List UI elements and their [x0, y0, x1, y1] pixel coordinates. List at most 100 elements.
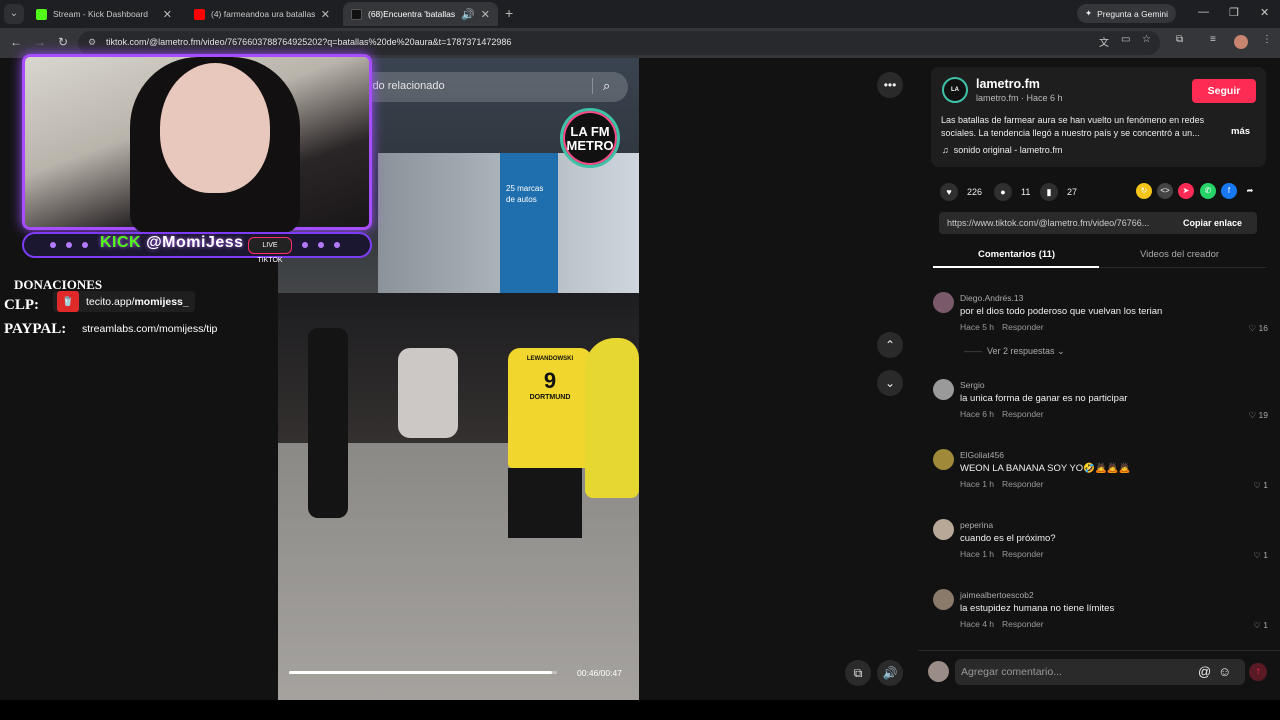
menu-dots-icon[interactable]: ⋮	[1262, 34, 1272, 45]
commenter-avatar[interactable]	[933, 589, 954, 610]
bookmark-star-icon[interactable]: ☆	[1142, 34, 1151, 45]
mention-icon[interactable]: @	[1198, 664, 1211, 679]
address-bar[interactable]: ⚙ tiktok.com/@lametro.fm/video/767660378…	[78, 31, 1160, 55]
heart-outline-icon: ♡	[1248, 410, 1257, 420]
view-replies-label: Ver 2 respuestas	[987, 346, 1055, 356]
close-tab-icon[interactable]: ✕	[163, 8, 172, 21]
reply-button[interactable]: Responder	[1002, 409, 1044, 419]
minimize-button[interactable]: —	[1198, 6, 1209, 18]
site-info-icon[interactable]: ⚙	[88, 37, 100, 49]
search-icon[interactable]: ⌕	[592, 78, 610, 94]
volume-button[interactable]: 🔊	[877, 660, 903, 686]
next-video-button[interactable]: ⌄	[877, 370, 903, 396]
restore-button[interactable]: ❐	[1229, 6, 1239, 19]
like-stat[interactable]: ♥ 226	[940, 183, 982, 201]
related-search-bar[interactable]: ido relacionado ⌕	[352, 72, 628, 102]
author-avatar[interactable]: LA	[942, 77, 968, 103]
commenter-name[interactable]: jaimealbertoescob2	[960, 590, 1034, 600]
comment-like-button[interactable]: ♡ 16	[1249, 323, 1268, 334]
person-figure	[308, 328, 348, 518]
commenter-avatar[interactable]	[933, 519, 954, 540]
tab-youtube[interactable]: (4) farmeandoa ura batallas - Yo ✕	[186, 2, 338, 26]
pip-button[interactable]: ⧉	[845, 660, 871, 686]
tab-groups-icon[interactable]: ≡	[1210, 34, 1216, 45]
save-stat[interactable]: ▮ 27	[1040, 183, 1077, 201]
overlay-dot	[318, 242, 324, 248]
jersey-name: LEWANDOWSKI	[526, 356, 574, 362]
translate-icon[interactable]: 文	[1099, 34, 1109, 49]
comment-like-button[interactable]: ♡ 1	[1253, 550, 1268, 561]
comment-stat[interactable]: ● 11	[994, 183, 1030, 201]
embed-icon[interactable]: <>	[1157, 183, 1173, 199]
video-link[interactable]: https://www.tiktok.com/@lametro.fm/video…	[947, 218, 1175, 228]
commenter-name[interactable]: Sergio	[960, 380, 985, 390]
whatsapp-icon[interactable]: ✆	[1200, 183, 1216, 199]
kick-favicon-icon	[36, 8, 47, 20]
reply-button[interactable]: Responder	[1002, 479, 1044, 489]
comment-like-count: 19	[1258, 410, 1268, 420]
bookmark-icon: ▮	[1040, 183, 1058, 201]
heart-outline-icon: ♡	[1248, 323, 1257, 333]
back-button[interactable]: ←	[10, 35, 22, 49]
previous-video-button[interactable]: ⌃	[877, 332, 903, 358]
tab-tiktok[interactable]: (68)Encuentra 'batallas de a 🔊 ✕	[343, 2, 498, 26]
commenter-avatar[interactable]	[933, 379, 954, 400]
reply-button[interactable]: Responder	[1002, 549, 1044, 559]
cast-icon[interactable]: ▭	[1121, 34, 1130, 45]
commenter-name[interactable]: ElGoliat456	[960, 450, 1004, 460]
comment-time: Hace 1 h	[960, 479, 995, 489]
close-tab-icon[interactable]: ✕	[321, 8, 330, 21]
more-button[interactable]: más	[1231, 126, 1250, 137]
tiktok-favicon-icon	[351, 8, 362, 20]
video-progress-bar[interactable]	[289, 671, 557, 674]
comment-input[interactable]: Agregar comentario... @ ☺	[955, 659, 1245, 685]
shorts-figure	[508, 468, 582, 538]
clp-label: CLP:	[4, 297, 39, 313]
commenter-name[interactable]: Diego.Andrés.13	[960, 293, 1023, 303]
send-to-friends-icon[interactable]: ➤	[1178, 183, 1194, 199]
reply-button[interactable]: Responder	[1002, 619, 1044, 629]
reply-button[interactable]: Responder	[1002, 322, 1044, 332]
webcam-frame	[22, 54, 372, 233]
facebook-icon[interactable]: f	[1221, 183, 1237, 199]
close-tab-icon[interactable]: ✕	[481, 8, 490, 21]
share-icon[interactable]: ➦	[1242, 183, 1258, 199]
more-options-button[interactable]: •••	[877, 72, 903, 98]
emoji-icon[interactable]: ☺	[1218, 664, 1231, 679]
new-tab-button[interactable]: +	[505, 5, 513, 21]
profile-avatar[interactable]	[1234, 35, 1248, 49]
overlay-dot	[334, 242, 340, 248]
author-name[interactable]: lametro.fm	[976, 77, 1040, 91]
tab-comments[interactable]: Comentarios (11)	[978, 249, 1055, 260]
extensions-icon[interactable]: ⧉	[1176, 34, 1183, 45]
speaker-icon[interactable]: 🔊	[461, 8, 475, 21]
comment-like-button[interactable]: ♡ 1	[1253, 620, 1268, 631]
comment-text: la estupidez humana no tiene límites	[960, 603, 1115, 614]
tab-search-button[interactable]: ⌄	[4, 4, 24, 24]
commenter-avatar[interactable]	[933, 292, 954, 313]
comment-like-button[interactable]: ♡ 19	[1249, 410, 1268, 421]
send-comment-button[interactable]: ↑	[1249, 663, 1267, 681]
view-replies-button[interactable]: —— Ver 2 respuestas ⌄	[964, 346, 1065, 357]
comment-like-button[interactable]: ♡ 1	[1253, 480, 1268, 491]
banner-text: 25 marcas de autos	[506, 184, 544, 204]
sound-link[interactable]: ♫ sonido original - lametro.fm	[942, 145, 1062, 155]
forward-button[interactable]: →	[34, 35, 46, 49]
url-text[interactable]: tiktok.com/@lametro.fm/video/76766037887…	[106, 37, 511, 47]
gemini-button[interactable]: ✦ Pregunta a Gemini	[1077, 4, 1176, 23]
repost-icon[interactable]: ↻	[1136, 183, 1152, 199]
follow-button[interactable]: Seguir	[1192, 79, 1256, 103]
copy-link-button[interactable]: Copiar enlace	[1183, 218, 1242, 228]
chevron-down-icon: ⌄	[1057, 346, 1065, 356]
comment-icon: ●	[994, 183, 1012, 201]
heart-outline-icon: ♡	[1253, 480, 1261, 490]
tab-kick-dashboard[interactable]: Stream - Kick Dashboard ✕	[28, 2, 180, 26]
close-window-button[interactable]: ✕	[1260, 6, 1269, 19]
commenter-name[interactable]: peperina	[960, 520, 993, 530]
tab-title: (4) farmeandoa ura batallas - Yo	[211, 9, 315, 19]
video-timecode: 00:46/00:47	[577, 668, 622, 678]
commenter-avatar[interactable]	[933, 449, 954, 470]
comment-item: peperina cuando es el próximo? Hace 1 h Res…	[933, 519, 1268, 579]
reload-button[interactable]: ↻	[58, 35, 68, 49]
tab-creator-videos[interactable]: Videos del creador	[1140, 249, 1219, 260]
